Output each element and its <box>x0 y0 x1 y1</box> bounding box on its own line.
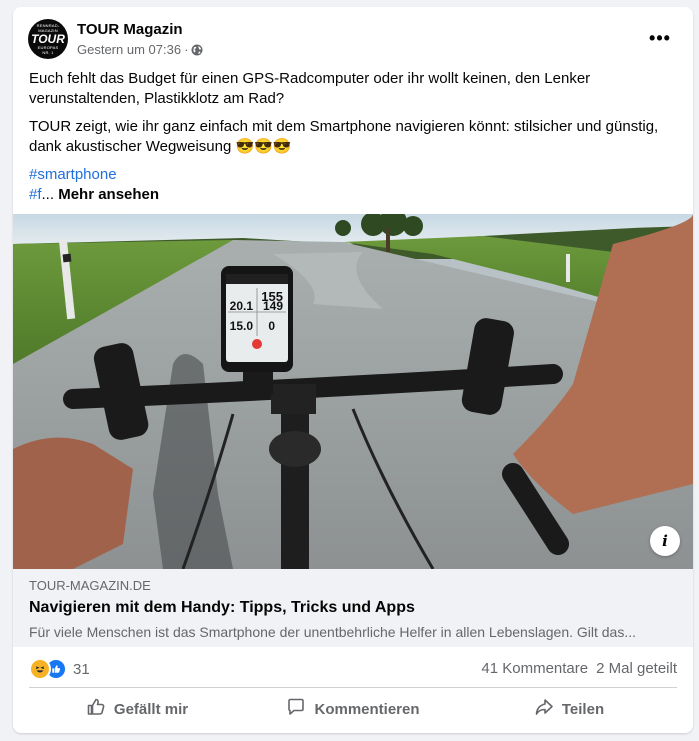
post-image[interactable]: 155 20.1 149 15.0 0 i <box>13 214 693 569</box>
share-label: Teilen <box>561 700 605 718</box>
engagement-counts: 41 Kommentare 2 Mal geteilt <box>481 660 677 677</box>
phone-readout-zero: 0 <box>268 319 275 333</box>
phone-readout-avg: 20.1 <box>230 299 254 313</box>
comment-button[interactable]: Kommentieren <box>245 691 461 727</box>
post-stats: 31 41 Kommentare 2 Mal geteilt <box>13 649 693 687</box>
comment-icon <box>286 697 306 721</box>
phone-readout-hr: 149 <box>263 299 283 313</box>
post-paragraph-1: Euch fehlt das Budget für einen GPS-Radc… <box>29 70 591 107</box>
like-label: Gefällt mir <box>113 700 189 718</box>
shares-count[interactable]: 2 Mal geteilt <box>596 660 677 677</box>
post-header: RENNRAD- MAGAZIN TOUR EUROPAS NR. 1 TOUR… <box>13 7 693 67</box>
post-timestamp[interactable]: Gestern um 07:36 <box>77 42 181 57</box>
share-button[interactable]: Teilen <box>461 691 677 727</box>
thumbs-up-icon <box>86 697 106 721</box>
cycling-photo: 155 20.1 149 15.0 0 <box>13 214 693 569</box>
text-ellipsis: ... <box>41 186 55 203</box>
post-card: RENNRAD- MAGAZIN TOUR EUROPAS NR. 1 TOUR… <box>13 7 693 733</box>
share-icon <box>534 697 554 721</box>
see-more-link[interactable]: Mehr ansehen <box>58 186 159 203</box>
link-preview[interactable]: TOUR-MAGAZIN.DE Navigieren mit dem Handy… <box>13 569 693 647</box>
comment-label: Kommentieren <box>314 700 420 718</box>
info-icon[interactable]: i <box>650 526 680 556</box>
avatar-text-line4: NR. 1 <box>42 50 54 55</box>
comments-count[interactable]: 41 Kommentare <box>481 660 588 677</box>
haha-icon <box>29 658 51 680</box>
like-button[interactable]: Gefällt mir <box>29 691 245 727</box>
page-avatar[interactable]: RENNRAD- MAGAZIN TOUR EUROPAS NR. 1 <box>28 19 68 59</box>
link-title[interactable]: Navigieren mit dem Handy: Tipps, Tricks … <box>29 599 415 617</box>
link-description: Für viele Menschen ist das Smartphone de… <box>29 624 637 640</box>
page-name-link[interactable]: TOUR Magazin <box>77 21 183 38</box>
hashtag-truncated[interactable]: #f <box>29 186 42 203</box>
hashtag-smartphone[interactable]: #smartphone <box>29 165 677 185</box>
reactions-summary[interactable]: 31 <box>29 658 90 680</box>
post-paragraph-2: TOUR zeigt, wie ihr ganz einfach mit dem… <box>29 118 659 155</box>
avatar-brand: TOUR <box>31 32 65 46</box>
more-options-icon[interactable]: ••• <box>645 23 675 53</box>
post-text: Euch fehlt das Budget für einen GPS-Radc… <box>13 69 693 205</box>
globe-icon[interactable] <box>191 44 203 56</box>
post-meta: Gestern um 07:36 · <box>77 42 203 57</box>
phone-readout-distance: 15.0 <box>230 319 254 333</box>
post-actions: Gefällt mir Kommentieren Teilen <box>29 691 677 727</box>
link-domain: TOUR-MAGAZIN.DE <box>29 578 151 593</box>
actions-divider <box>29 687 677 688</box>
meta-separator: · <box>184 42 189 57</box>
reaction-count: 31 <box>73 660 90 678</box>
